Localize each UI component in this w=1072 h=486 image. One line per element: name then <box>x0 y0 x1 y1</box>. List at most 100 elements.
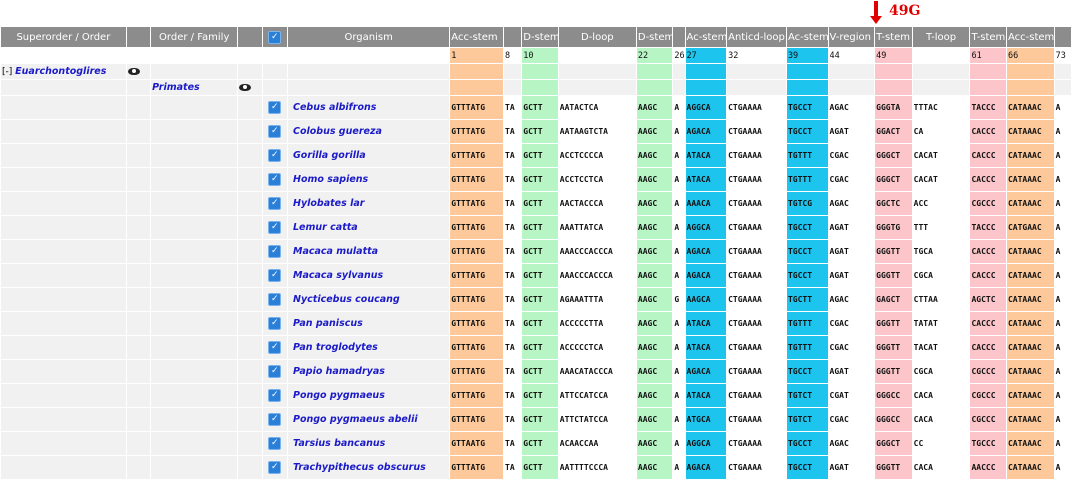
organism-name[interactable]: Pongo pygmaeus <box>289 390 385 401</box>
col-organism[interactable]: Organism <box>288 27 450 47</box>
checkbox-checked-icon[interactable]: ✓ <box>268 341 282 354</box>
checkbox-checked-icon[interactable]: ✓ <box>268 149 282 162</box>
seq-spacer-26: G <box>673 288 685 311</box>
organism-cell[interactable]: Tarsius bancanus <box>288 432 450 455</box>
row-select-cell[interactable]: ✓ <box>262 216 287 239</box>
checkbox-checked-icon[interactable]: ✓ <box>268 101 282 114</box>
organism-cell[interactable]: Pan paniscus <box>288 312 450 335</box>
row-select-cell[interactable]: ✓ <box>262 240 287 263</box>
organism-name[interactable]: Pan paniscus <box>289 318 363 329</box>
band <box>1006 80 1054 95</box>
checkbox-checked-icon[interactable]: ✓ <box>268 197 282 210</box>
empty-cell <box>1 168 126 191</box>
organism-name[interactable]: Homo sapiens <box>289 174 368 185</box>
empty-cell <box>238 240 262 263</box>
organism-cell[interactable]: Colobus guereza <box>288 120 450 143</box>
seq-t-loop: CACAT <box>912 168 970 191</box>
organism-name[interactable]: Macaca sylvanus <box>289 270 383 281</box>
checkbox-checked-icon[interactable]: ✓ <box>268 389 282 402</box>
checkbox-checked-icon[interactable]: ✓ <box>268 461 282 474</box>
organism-cell[interactable]: Hylobates lar <box>288 192 450 215</box>
seq-anticodon-loop: CTGAAAA <box>727 96 786 119</box>
organism-cell[interactable]: Pongo pygmaeus <box>288 384 450 407</box>
col-v-region: V-region <box>828 27 875 47</box>
band <box>450 64 504 79</box>
checkbox-checked-icon[interactable]: ✓ <box>268 317 282 330</box>
organism-cell[interactable]: Trachypithecus obscurus <box>288 456 450 479</box>
organism-name[interactable]: Nycticebus coucang <box>289 294 400 305</box>
organism-name[interactable]: Hylobates lar <box>289 198 364 209</box>
order-link[interactable]: Primates <box>152 82 200 93</box>
organism-name[interactable]: Pongo pygmaeus abelii <box>289 414 418 425</box>
organism-cell[interactable]: Pan troglodytes <box>288 336 450 359</box>
seq-ac-stem-5: AGACA <box>685 360 727 383</box>
row-select-cell[interactable]: ✓ <box>262 168 287 191</box>
row-select-cell[interactable]: ✓ <box>262 288 287 311</box>
superorder-cell[interactable]: [-] Euarchontoglires <box>1 64 126 79</box>
organism-name[interactable]: Tarsius bancanus <box>289 438 385 449</box>
organism-row: ✓ Pongo pygmaeus GTTTATG TA GCTT ATTCCATCCA AA… <box>1 384 1071 407</box>
col-d-stem: D-stem <box>522 27 558 47</box>
checkbox-checked-icon[interactable]: ✓ <box>268 365 282 378</box>
organism-name[interactable]: Trachypithecus obscurus <box>289 462 426 473</box>
organism-cell[interactable]: Cebus albifrons <box>288 96 450 119</box>
seq-t-loop: ACC <box>912 192 970 215</box>
expand-toggle[interactable]: [-] <box>2 67 12 77</box>
checkbox-checked-icon[interactable]: ✓ <box>268 413 282 426</box>
eye-icon[interactable] <box>127 67 140 75</box>
organism-cell[interactable]: Papio hamadryas <box>288 360 450 383</box>
organism-name[interactable]: Papio hamadryas <box>289 366 385 377</box>
organism-cell[interactable]: Macaca mulatta <box>288 240 450 263</box>
row-select-cell[interactable]: ✓ <box>262 120 287 143</box>
row-select-cell[interactable]: ✓ <box>262 408 287 431</box>
row-select-cell[interactable]: ✓ <box>262 432 287 455</box>
checkbox-checked-icon[interactable]: ✓ <box>268 221 282 234</box>
empty-cell <box>1 96 126 119</box>
row-select-cell[interactable]: ✓ <box>262 384 287 407</box>
row-select-cell[interactable]: ✓ <box>262 456 287 479</box>
row-select-cell[interactable]: ✓ <box>262 192 287 215</box>
organism-cell[interactable]: Lemur catta <box>288 216 450 239</box>
col-blank-1 <box>126 27 151 47</box>
organism-cell[interactable]: Nycticebus coucang <box>288 288 450 311</box>
seq-spacer-26: A <box>673 312 685 335</box>
col-order-family[interactable]: Order / Family <box>151 27 238 47</box>
row-select-cell[interactable]: ✓ <box>262 336 287 359</box>
organism-cell[interactable]: Macaca sylvanus <box>288 264 450 287</box>
organism-name[interactable]: Pan troglodytes <box>289 342 378 353</box>
organism-name[interactable]: Colobus guereza <box>289 126 382 137</box>
seq-spacer-8: TA <box>504 456 522 479</box>
checkbox-checked-icon[interactable]: ✓ <box>268 30 282 44</box>
eye-cell[interactable] <box>238 80 262 95</box>
organism-cell[interactable]: Homo sapiens <box>288 168 450 191</box>
checkbox-checked-icon[interactable]: ✓ <box>268 293 282 306</box>
checkbox-checked-icon[interactable]: ✓ <box>268 437 282 450</box>
checkbox-checked-icon[interactable]: ✓ <box>268 173 282 186</box>
organism-name[interactable]: Lemur catta <box>289 222 358 233</box>
col-select-all[interactable]: ✓ <box>262 27 287 47</box>
row-select-cell[interactable]: ✓ <box>262 264 287 287</box>
checkbox-checked-icon[interactable]: ✓ <box>268 245 282 258</box>
organism-cell[interactable]: Pongo pygmaeus abelii <box>288 408 450 431</box>
row-select-cell[interactable]: ✓ <box>262 144 287 167</box>
organism-name[interactable]: Cebus albifrons <box>289 102 376 113</box>
row-select-cell[interactable]: ✓ <box>262 312 287 335</box>
col-superorder[interactable]: Superorder / Order <box>1 27 126 47</box>
seq-discriminator: A <box>1054 360 1071 383</box>
eye-icon[interactable] <box>239 83 252 91</box>
pos-cell <box>262 48 287 63</box>
eye-cell[interactable] <box>126 64 151 79</box>
checkbox-checked-icon[interactable]: ✓ <box>268 269 282 282</box>
organism-cell[interactable]: Gorilla gorilla <box>288 144 450 167</box>
empty-cell <box>727 64 786 79</box>
pos-32: 32 <box>727 48 786 63</box>
checkbox-checked-icon[interactable]: ✓ <box>268 125 282 138</box>
organism-name[interactable]: Gorilla gorilla <box>289 150 366 161</box>
empty-cell <box>504 64 522 79</box>
row-select-cell[interactable]: ✓ <box>262 360 287 383</box>
organism-name[interactable]: Macaca mulatta <box>289 246 378 257</box>
order-cell[interactable]: Primates <box>151 80 238 95</box>
superorder-link[interactable]: Euarchontoglires <box>15 66 106 77</box>
row-select-cell[interactable]: ✓ <box>262 96 287 119</box>
seq-d-loop: AAATTATCA <box>558 216 636 239</box>
